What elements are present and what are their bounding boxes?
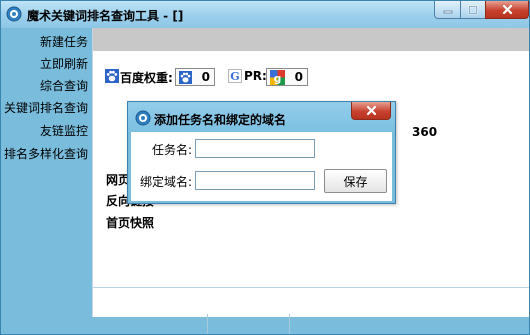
row-label-snapshot: 首页快照	[106, 216, 155, 230]
pr-label: PR:	[244, 69, 267, 83]
pr-value: 0	[294, 70, 303, 84]
dialog-close-button[interactable]	[351, 102, 391, 120]
status-divider	[207, 314, 208, 334]
pr-badge: g 0	[266, 68, 308, 86]
maximize-icon	[468, 5, 478, 14]
sidebar-item-new-task[interactable]: 新建任务	[40, 33, 88, 50]
task-name-input[interactable]	[195, 139, 315, 158]
minimize-icon	[443, 10, 452, 13]
baidu-weight-badge: 0	[175, 68, 215, 86]
baidu-paw-icon	[179, 71, 192, 84]
svg-text:G: G	[230, 70, 239, 83]
status-bar	[1, 317, 529, 334]
domain-input[interactable]	[195, 171, 315, 190]
svg-text:g: g	[274, 72, 282, 85]
sidebar-item-link-monitor[interactable]: 友链监控	[40, 122, 88, 139]
sidebar-item-general-query[interactable]: 综合查询	[40, 77, 88, 94]
task-name-label: 任务名:	[152, 143, 193, 157]
sidebar-item-diverse-ranking[interactable]: 排名多样化查询	[4, 145, 88, 162]
sidebar-item-keyword-ranking[interactable]: 关键词排名查询	[4, 99, 88, 116]
baidu-weight-value: 0	[201, 70, 210, 84]
close-button[interactable]	[485, 1, 529, 19]
header-bar	[93, 28, 529, 51]
domain-label: 绑定域名:	[140, 175, 193, 189]
dialog-body: 任务名: 绑定域名: 保存	[131, 132, 392, 201]
close-icon	[366, 105, 376, 116]
sidebar: 新建任务 立即刷新 综合查询 关键词排名查询 友链监控 排名多样化查询	[1, 28, 92, 334]
sidebar-item-refresh-now[interactable]: 立即刷新	[40, 55, 88, 72]
add-task-dialog: 添加任务名和绑定的域名 任务名: 绑定域名: 保存	[127, 101, 396, 204]
baidu-weight-label: 百度权重:	[120, 71, 173, 85]
column-header-360: 360	[412, 125, 438, 139]
close-icon	[502, 4, 512, 15]
window-title: 魔术关键词排名查询工具 - []	[27, 9, 184, 23]
minimize-button[interactable]	[434, 1, 461, 19]
baidu-paw-icon	[105, 69, 119, 83]
app-icon	[6, 6, 22, 22]
maximize-button[interactable]	[460, 1, 486, 19]
google-colors-icon: g	[270, 70, 285, 85]
google-g-icon: G	[228, 69, 242, 83]
divider	[93, 287, 529, 288]
save-button[interactable]: 保存	[324, 169, 387, 193]
dialog-title-bar[interactable]: 添加任务名和绑定的域名	[128, 102, 395, 132]
status-divider	[289, 314, 290, 334]
app-icon	[135, 110, 151, 126]
dialog-title: 添加任务名和绑定的域名	[154, 113, 287, 127]
